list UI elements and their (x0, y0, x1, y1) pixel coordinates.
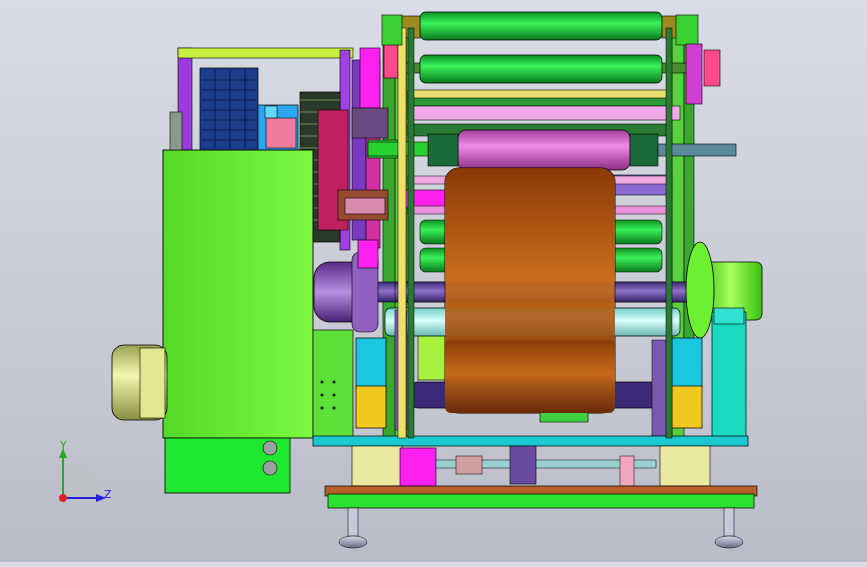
small-cyan-block (264, 105, 278, 119)
machine-assembly-drawing[interactable] (0, 0, 867, 562)
left-cyan-block (355, 337, 387, 389)
top-right-magenta-post (685, 43, 703, 105)
left-magenta-post (357, 239, 379, 269)
top-green-roller (419, 11, 663, 41)
upper-roller-group (394, 11, 696, 137)
pink-roller-end-right (629, 133, 659, 167)
coupling (455, 455, 483, 475)
axis-triad (59, 448, 106, 502)
front-left-post-2 (407, 27, 415, 439)
left-gold-block (355, 385, 387, 429)
left-base-support (351, 445, 403, 487)
guide-bar-green (407, 97, 671, 107)
right-cyan-bracket (711, 311, 747, 439)
right-foot-stem (723, 507, 735, 537)
left-foot-stem (347, 507, 359, 537)
left-bearing-group (313, 239, 379, 333)
main-green-box (162, 149, 314, 439)
triad-y-label: Y (60, 439, 67, 452)
pink-sensor (265, 117, 297, 149)
pink-roller-end-left (427, 133, 459, 167)
screw-nut (509, 445, 537, 485)
right-base-support (659, 445, 711, 487)
front-right-post (665, 27, 673, 439)
violet-shaft-front-right (614, 281, 691, 303)
grey-knob-bottom (262, 460, 278, 476)
right-violet-post (651, 339, 667, 437)
pink-tension-bar (407, 105, 681, 121)
grey-fitting (169, 111, 183, 151)
lower-green-box (312, 329, 354, 439)
grey-knob-top (262, 440, 278, 456)
green-base-frame (327, 493, 755, 509)
magenta-motor-base (399, 447, 437, 487)
top-left-bracket (381, 14, 403, 46)
yellow-motor-flange (139, 347, 166, 419)
right-green-flange (685, 241, 715, 339)
left-foot-pad (338, 535, 368, 549)
base-group (312, 435, 758, 549)
upper-magenta-block (359, 47, 381, 109)
right-foot-pad (714, 535, 744, 549)
magenta-bar-left (399, 189, 449, 209)
pink-end-block (619, 455, 635, 487)
upper-pink-cube (383, 43, 399, 79)
pink-pulley-hub (344, 197, 386, 215)
cad-viewport[interactable]: Y Z (0, 0, 867, 562)
right-cyan-cap (713, 307, 745, 325)
top-right-bracket (675, 14, 699, 46)
upper-base-plate (312, 435, 749, 447)
second-green-roller (419, 54, 663, 84)
triad-quadrant (63, 462, 99, 498)
pink-upper-roller (457, 129, 631, 171)
front-left-post (397, 27, 407, 439)
drum-front-overlay-2 (445, 340, 615, 413)
right-gold-block (671, 385, 703, 429)
triad-z-label: Z (104, 488, 112, 501)
grey-bracket (351, 107, 389, 139)
right-cyan-block (671, 337, 703, 389)
top-right-pink-block (703, 49, 721, 87)
top-link-bar (177, 47, 354, 59)
triad-x-origin (59, 494, 67, 502)
